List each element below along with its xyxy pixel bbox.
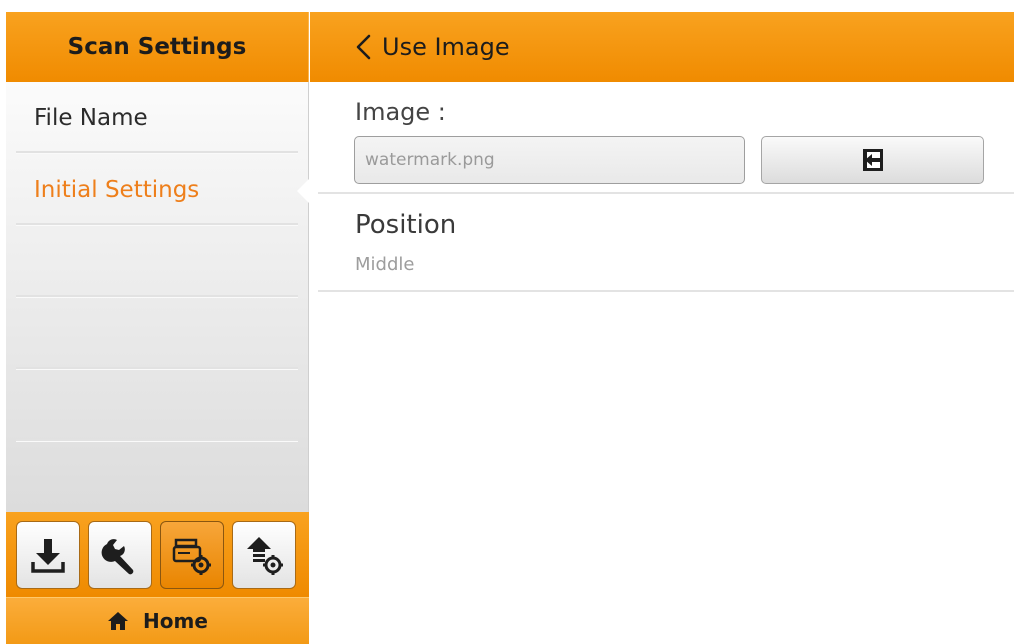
import-icon [862, 149, 883, 171]
home-button[interactable]: Home [6, 597, 309, 644]
sidebar-item-label: File Name [34, 105, 148, 131]
wrench-icon [101, 538, 134, 574]
image-filename-field[interactable] [354, 136, 745, 184]
page-title: Use Image [382, 33, 510, 61]
scanner-settings-icon [172, 538, 211, 575]
scan-settings-button[interactable] [160, 520, 224, 589]
sidebar: File Name Initial Settings [6, 82, 309, 512]
sidebar-empty-row [6, 298, 308, 370]
sidebar-item-initial-settings[interactable]: Initial Settings [6, 154, 308, 226]
home-label: Home [143, 609, 208, 633]
position-value[interactable]: Middle [355, 254, 414, 275]
sidebar-empty-row [6, 226, 308, 298]
sidebar-empty-row [6, 370, 308, 442]
settings-button[interactable] [88, 520, 152, 589]
sidebar-title: Scan Settings [67, 34, 247, 60]
sidebar-header: Scan Settings [6, 12, 309, 82]
selection-pointer [297, 179, 309, 203]
import-image-button[interactable] [761, 136, 984, 184]
main-content: Image : Position Middle [310, 82, 1014, 644]
upload-settings-button[interactable] [232, 520, 296, 589]
main-header: Use Image [310, 12, 1014, 82]
bottom-toolbar [6, 512, 309, 597]
home-icon [108, 612, 129, 630]
download-button[interactable] [16, 520, 80, 589]
upload-settings-icon [247, 536, 283, 575]
divider [318, 192, 1014, 194]
image-label: Image : [355, 98, 446, 126]
chevron-left-icon [356, 34, 371, 60]
back-button[interactable]: Use Image [352, 32, 510, 62]
sidebar-item-file-name[interactable]: File Name [6, 82, 308, 154]
sidebar-item-label: Initial Settings [34, 177, 200, 203]
divider [318, 290, 1014, 292]
position-title[interactable]: Position [355, 210, 456, 240]
download-icon [31, 538, 65, 573]
